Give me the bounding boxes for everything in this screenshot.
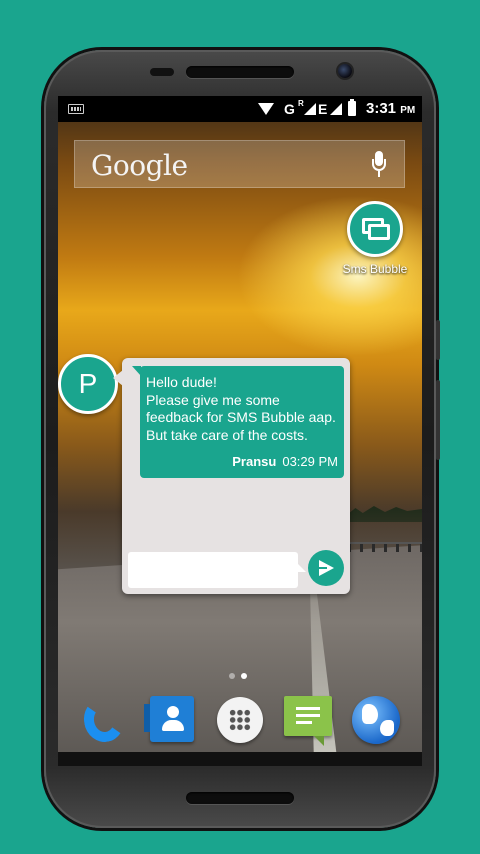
keyboard-icon	[68, 104, 84, 114]
page-indicator	[226, 666, 250, 684]
message-bubble: Hello dude! Please give me some feedback…	[132, 366, 344, 478]
message-text: Hello dude! Please give me some feedback…	[146, 374, 336, 443]
network-type-g: G	[284, 101, 295, 117]
wallpaper-guardrail	[348, 542, 422, 552]
status-bar: G R E 3:31 PM	[58, 96, 422, 122]
chat-head-avatar[interactable]: P	[58, 354, 118, 414]
navigation-area	[58, 752, 422, 766]
proximity-sensor	[150, 68, 174, 76]
message-timestamp: 03:29 PM	[282, 454, 338, 469]
reply-input[interactable]	[128, 552, 298, 588]
signal-icon-2	[330, 103, 342, 115]
chat-popup: Hello dude! Please give me some feedback…	[113, 358, 350, 594]
contacts-icon[interactable]	[144, 692, 200, 748]
wifi-icon	[258, 103, 274, 115]
message-sender: Pransu	[232, 454, 277, 469]
google-search-bar[interactable]: Google	[74, 140, 405, 188]
app-drawer-icon[interactable]	[212, 692, 268, 748]
page-dot-1[interactable]	[229, 673, 235, 679]
send-icon	[319, 560, 334, 576]
volume-button	[436, 380, 440, 460]
roaming-indicator: R	[298, 99, 304, 108]
page-dot-2[interactable]	[241, 673, 247, 679]
mic-icon[interactable]	[372, 151, 386, 179]
wallpaper-trees	[348, 506, 422, 522]
google-logo: Google	[91, 149, 188, 182]
send-button[interactable]	[308, 550, 344, 586]
browser-icon[interactable]	[348, 692, 404, 748]
front-camera	[338, 64, 352, 78]
network-type-e: E	[318, 101, 328, 117]
top-speaker	[186, 66, 294, 78]
home-screen: G R E 3:31 PM Google Sms Bubble P Hello …	[58, 96, 422, 766]
message-meta: Pransu 03:29 PM	[232, 454, 338, 469]
dock	[58, 692, 422, 752]
battery-icon	[348, 99, 356, 116]
phone-icon[interactable]	[76, 692, 132, 748]
reply-input-tail	[296, 562, 306, 572]
power-button	[436, 320, 440, 360]
bottom-speaker	[186, 792, 294, 804]
status-clock: 3:31 PM	[366, 100, 416, 117]
sms-bubble-app-shortcut[interactable]: Sms Bubble	[340, 201, 410, 276]
sms-bubble-app-label: Sms Bubble	[342, 262, 408, 276]
messaging-icon[interactable]	[280, 692, 336, 748]
sms-bubble-app-icon	[347, 201, 403, 257]
signal-icon	[304, 103, 316, 115]
